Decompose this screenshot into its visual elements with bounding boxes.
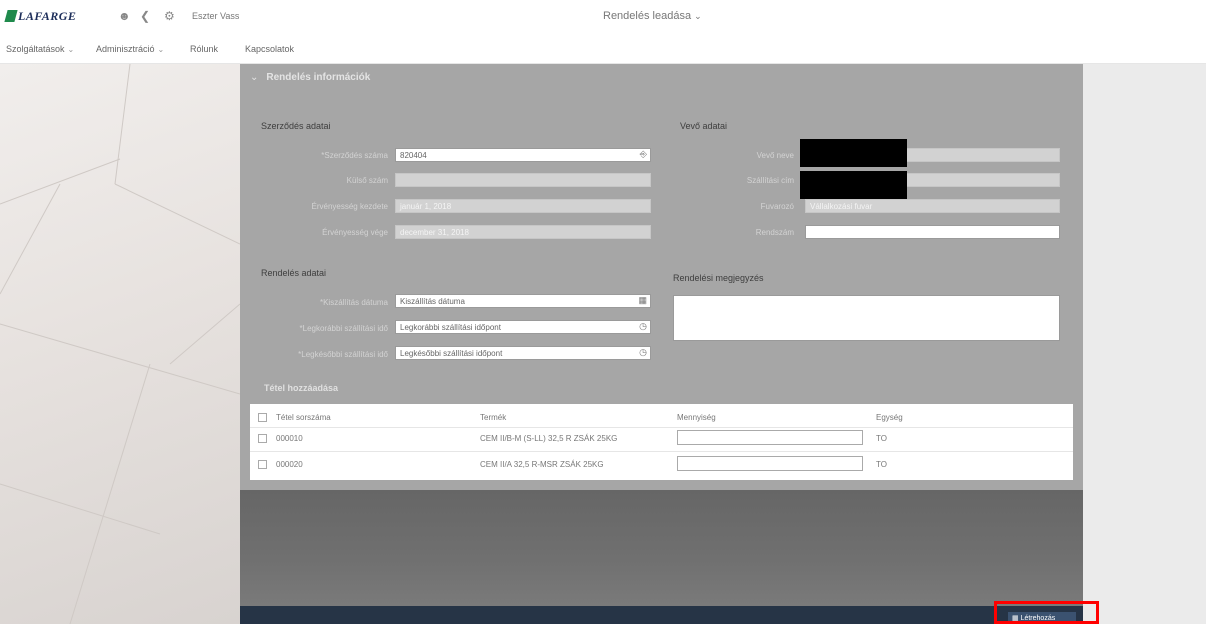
background-lines bbox=[0, 64, 240, 624]
contract-group-title: Szerződés adatai bbox=[261, 121, 331, 131]
section-header-order-info[interactable]: ⌄ Rendelés információk bbox=[250, 72, 370, 88]
quantity-input[interactable] bbox=[677, 430, 863, 445]
quantity-input[interactable] bbox=[677, 456, 863, 471]
carrier-label: Fuvarozó bbox=[760, 202, 794, 211]
chevron-down-icon: ⌄ bbox=[67, 45, 75, 54]
unit-cell: TO bbox=[876, 434, 887, 443]
redaction-box bbox=[800, 139, 907, 167]
buyer-name-label: Vevő neve bbox=[756, 151, 794, 160]
validity-end-label: Érvényesség vége bbox=[322, 228, 388, 237]
user-icon[interactable]: ☻ bbox=[118, 9, 131, 23]
latest-time-label: *Legkésőbbi szállítási idő bbox=[298, 350, 388, 359]
chevron-down-icon: ⌄ bbox=[157, 45, 165, 54]
lafarge-logo[interactable]: LAFARGE bbox=[4, 9, 76, 23]
contract-number-field[interactable]: 820404 ⎆ bbox=[395, 148, 651, 162]
page-title[interactable]: Rendelés leadása ⌄ bbox=[603, 10, 702, 22]
earliest-time-input[interactable]: Legkorábbi szállítási időpont ◷ bbox=[395, 320, 651, 334]
menu-item-about[interactable]: Rólunk bbox=[190, 44, 218, 54]
unit-cell: TO bbox=[876, 460, 887, 469]
logo-mark-icon bbox=[4, 10, 18, 22]
product-cell: CEM II/A 32,5 R-MSR ZSÁK 25KG bbox=[480, 460, 604, 469]
redaction-box bbox=[800, 171, 907, 199]
buyer-group-title: Vevő adatai bbox=[680, 121, 728, 131]
delivery-date-label: *Kiszállítás dátuma bbox=[319, 298, 388, 307]
menu-item-services[interactable]: Szolgáltatások ⌄ bbox=[6, 44, 74, 54]
row-divider bbox=[250, 427, 1073, 428]
carrier-field: Vállalkozási fuvar bbox=[805, 199, 1060, 213]
order-group-title: Rendelés adatai bbox=[261, 268, 327, 278]
add-items-title: Tétel hozzáadása bbox=[264, 383, 339, 393]
top-bar: LAFARGE ☻ ❮ ⚙ Eszter Vass Rendelés leadá… bbox=[0, 0, 1206, 34]
menu-item-contacts[interactable]: Kapcsolatok bbox=[245, 44, 294, 54]
column-header-product[interactable]: Termék bbox=[480, 413, 506, 422]
external-number-label: Külső szám bbox=[346, 176, 388, 185]
footer-bar bbox=[240, 606, 1083, 624]
row-divider bbox=[250, 451, 1073, 452]
plate-number-label: Rendszám bbox=[755, 228, 794, 237]
clock-icon[interactable]: ◷ bbox=[639, 322, 647, 331]
latest-time-input[interactable]: Legkésőbbi szállítási időpont ◷ bbox=[395, 346, 651, 360]
main-menu: Szolgáltatások ⌄ Adminisztráció ⌄ Rólunk K… bbox=[0, 34, 1206, 64]
background-right bbox=[1083, 64, 1206, 624]
calendar-icon[interactable]: ▦ bbox=[638, 296, 647, 305]
order-note-textarea[interactable] bbox=[673, 295, 1060, 341]
items-table: Tétel sorszáma Termék Mennyiség Egység 0… bbox=[250, 404, 1073, 480]
external-number-field bbox=[395, 173, 651, 187]
column-header-quantity[interactable]: Mennyiség bbox=[677, 413, 716, 422]
row-checkbox[interactable] bbox=[258, 434, 267, 443]
item-number-cell: 000010 bbox=[276, 434, 303, 443]
background-image-left bbox=[0, 64, 240, 624]
user-name[interactable]: Eszter Vass bbox=[192, 11, 239, 21]
menu-item-administration[interactable]: Adminisztráció ⌄ bbox=[96, 44, 164, 54]
back-icon[interactable]: ❮ bbox=[140, 9, 150, 23]
settings-icon[interactable]: ⚙ bbox=[164, 9, 175, 23]
column-header-item-number[interactable]: Tétel sorszáma bbox=[276, 413, 331, 422]
product-cell: CEM II/B-M (S-LL) 32,5 R ZSÁK 25KG bbox=[480, 434, 618, 443]
highlight-box bbox=[994, 601, 1099, 624]
value-help-icon[interactable]: ⎆ bbox=[640, 150, 647, 159]
validity-end-field: december 31, 2018 bbox=[395, 225, 651, 239]
earliest-time-label: *Legkorábbi szállítási idő bbox=[299, 324, 389, 333]
validity-start-field: január 1, 2018 bbox=[395, 199, 651, 213]
clock-icon[interactable]: ◷ bbox=[639, 348, 647, 357]
delivery-date-input[interactable]: Kiszállítás dátuma ▦ bbox=[395, 294, 651, 308]
chevron-down-icon: ⌄ bbox=[694, 11, 702, 21]
item-number-cell: 000020 bbox=[276, 460, 303, 469]
panel-lower-background bbox=[240, 490, 1083, 606]
delivery-address-label: Szállítási cím bbox=[746, 176, 794, 185]
select-all-checkbox[interactable] bbox=[258, 413, 267, 422]
column-header-unit[interactable]: Egység bbox=[876, 413, 903, 422]
validity-start-label: Érvényesség kezdete bbox=[311, 202, 389, 211]
chevron-down-icon: ⌄ bbox=[250, 72, 259, 83]
contract-number-label: *Szerződés száma bbox=[321, 151, 388, 160]
row-checkbox[interactable] bbox=[258, 460, 267, 469]
order-note-title: Rendelési megjegyzés bbox=[673, 273, 764, 283]
plate-number-input[interactable] bbox=[805, 225, 1060, 239]
